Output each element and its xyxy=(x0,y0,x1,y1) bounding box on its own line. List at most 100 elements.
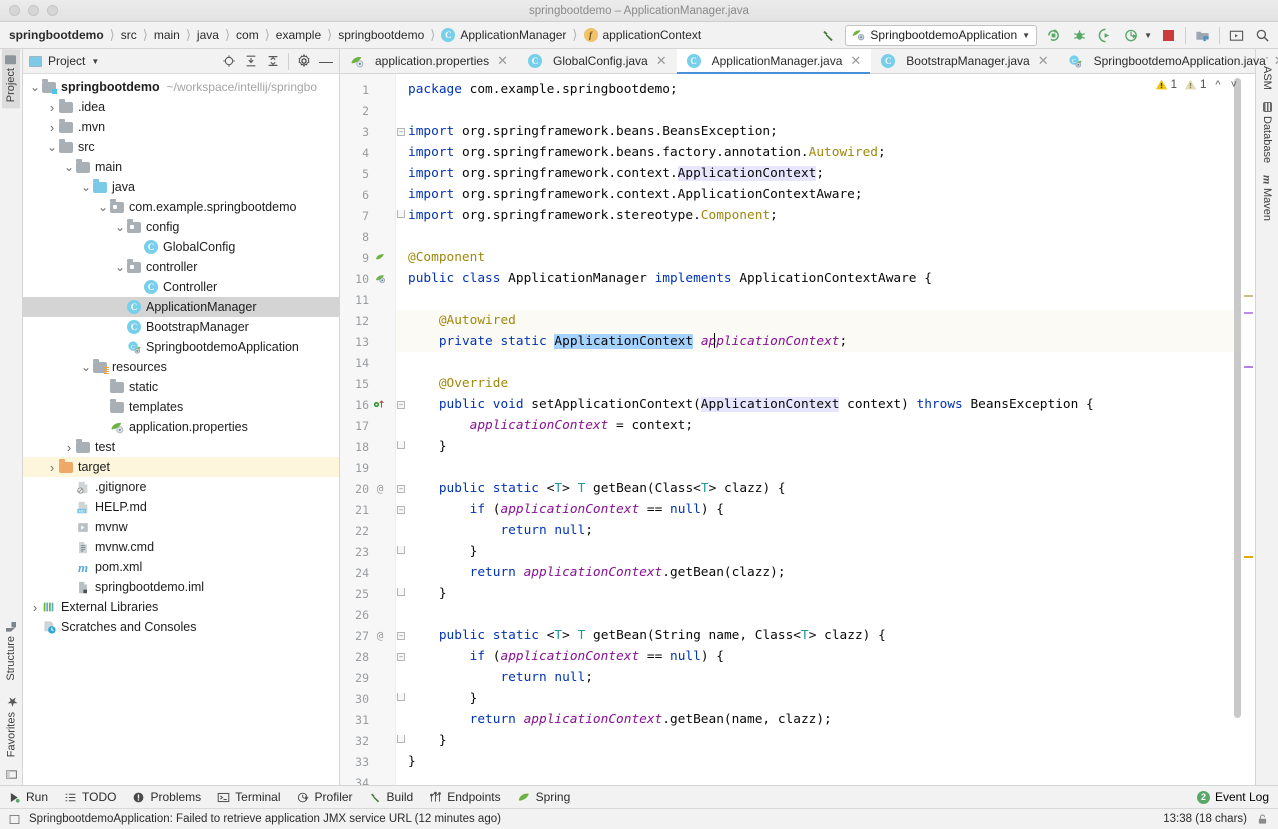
gutter-line[interactable]: 24 xyxy=(340,562,395,583)
chevron-right-icon[interactable]: › xyxy=(46,100,58,115)
spring-bean-impl-gutter-icon[interactable] xyxy=(369,273,391,284)
tree-node-help-md[interactable]: MD HELP.md xyxy=(23,497,339,517)
tree-node-controller[interactable]: ⌄ controller xyxy=(23,257,339,277)
code-line[interactable]: if (applicationContext == null) { xyxy=(396,646,1242,667)
breadcrumb-item-field[interactable]: f applicationContext xyxy=(582,28,704,42)
code-line[interactable]: } xyxy=(396,583,1242,604)
stripe-mark[interactable] xyxy=(1244,295,1253,297)
code-line[interactable]: } xyxy=(396,730,1242,751)
bottom-tab-todo[interactable]: TODO xyxy=(64,790,116,804)
event-log-button[interactable]: 2 Event Log xyxy=(1196,790,1278,804)
tree-node-springbootdemo[interactable]: ⌄ springbootdemo ~/workspace/intellij/spri… xyxy=(23,77,339,97)
inspection-widget[interactable]: 1 1 ^ ˅ xyxy=(1155,78,1237,91)
tree-node-main[interactable]: ⌄ main xyxy=(23,157,339,177)
collapse-all-icon[interactable] xyxy=(266,54,280,68)
sidebar-item-maven[interactable]: m Maven xyxy=(1257,169,1278,227)
code-line[interactable]: return null; xyxy=(396,667,1242,688)
tree-node-mvnw[interactable]: mvnw xyxy=(23,517,339,537)
override-impl-gutter-icon[interactable] xyxy=(369,399,391,410)
lock-icon[interactable] xyxy=(1256,813,1269,826)
gutter-line[interactable]: 1 xyxy=(340,79,395,100)
code-line[interactable]: public class ApplicationManager implemen… xyxy=(396,268,1242,289)
caret-position[interactable]: 13:38 (18 chars) xyxy=(1163,813,1247,825)
close-icon[interactable]: ✕ xyxy=(656,53,667,69)
project-tree[interactable]: ⌄ springbootdemo ~/workspace/intellij/spri… xyxy=(23,74,339,785)
toggle-tool-windows-button[interactable] xyxy=(5,763,18,785)
hide-panel-icon[interactable]: — xyxy=(319,54,333,68)
stripe-mark[interactable] xyxy=(1244,312,1253,314)
tree-node-test[interactable]: › test xyxy=(23,437,339,457)
code-line[interactable]: } xyxy=(396,541,1242,562)
tree-node-bootstrapmanager[interactable]: C BootstrapManager xyxy=(23,317,339,337)
gutter-line[interactable]: 28− xyxy=(340,646,405,667)
chevron-down-icon[interactable]: ⌄ xyxy=(80,181,92,193)
editor-tab-springbootdemoapplication-java[interactable]: C SpringbootdemoApplication.java ✕ xyxy=(1059,49,1278,73)
breadcrumb-item-main[interactable]: main xyxy=(152,28,182,42)
chevron-right-icon[interactable]: › xyxy=(46,460,58,475)
tree-node-static[interactable]: static xyxy=(23,377,339,397)
bottom-tab-terminal[interactable]: Terminal xyxy=(217,790,281,804)
gutter-line[interactable]: 3− xyxy=(340,121,405,142)
chevron-right-icon[interactable]: › xyxy=(63,440,75,455)
code-line[interactable]: public static <T> T getBean(String name,… xyxy=(396,625,1242,646)
tree-node-scratches-and-consoles[interactable]: Scratches and Consoles xyxy=(23,617,339,637)
chevron-down-icon[interactable]: ▼ xyxy=(91,57,99,66)
bottom-tab-problems[interactable]: Problems xyxy=(132,790,201,804)
debug-icon[interactable] xyxy=(1070,26,1089,45)
run-with-coverage-icon[interactable] xyxy=(1096,26,1115,45)
gutter-line[interactable]: 20 @ − xyxy=(340,478,405,499)
tree-node-mvnw-cmd[interactable]: mvnw.cmd xyxy=(23,537,339,557)
tree-node-controller[interactable]: C Controller xyxy=(23,277,339,297)
close-icon[interactable]: ✕ xyxy=(1038,53,1049,69)
tree-node-springbootdemoapplication[interactable]: C SpringbootdemoApplication xyxy=(23,337,339,357)
tree-node-application-properties[interactable]: application.properties xyxy=(23,417,339,437)
editor-scrollbar[interactable] xyxy=(1234,78,1241,718)
gutter-line[interactable]: 4 xyxy=(340,142,395,163)
gutter-line[interactable]: 19 xyxy=(340,457,395,478)
code-line[interactable]: public void setApplicationContext(Applic… xyxy=(396,394,1242,415)
code-line[interactable]: } xyxy=(396,688,1242,709)
gutter-line[interactable]: 16− xyxy=(340,394,405,415)
code-line[interactable]: import org.springframework.beans.BeansEx… xyxy=(396,121,1242,142)
build-hammer-icon[interactable] xyxy=(819,26,838,45)
code-line[interactable]: import org.springframework.beans.factory… xyxy=(396,142,1242,163)
code-line[interactable]: return applicationContext.getBean(name, … xyxy=(396,709,1242,730)
profile-icon[interactable] xyxy=(1122,26,1141,45)
chevron-down-icon[interactable]: ⌄ xyxy=(97,201,109,213)
gutter-line[interactable]: 33 xyxy=(340,751,395,772)
breadcrumb-item-com[interactable]: com xyxy=(234,28,261,42)
code-editor[interactable]: 1 2 3−4 5 6 7 8 9 10 11 12 13 14 15 16−17 18 19 20 @ −21−22… xyxy=(340,74,1255,785)
code-line[interactable]: applicationContext = context; xyxy=(396,415,1242,436)
chevron-down-icon[interactable]: ⌄ xyxy=(46,141,58,153)
tree-node-springbootdemo-iml[interactable]: springbootdemo.iml xyxy=(23,577,339,597)
gutter-line[interactable]: 25 xyxy=(340,583,405,604)
gutter-line[interactable]: 29 xyxy=(340,667,395,688)
stripe-mark[interactable] xyxy=(1244,556,1253,558)
stop-icon[interactable] xyxy=(1159,26,1178,45)
gutter-line[interactable]: 18 xyxy=(340,436,405,457)
bottom-tab-spring[interactable]: Spring xyxy=(517,790,570,804)
code-line[interactable]: import org.springframework.stereotype.Co… xyxy=(396,205,1242,226)
bottom-tab-profiler[interactable]: Profiler xyxy=(297,790,353,804)
code-line[interactable]: return applicationContext.getBean(clazz)… xyxy=(396,562,1242,583)
editor-tab-applicationmanager-java[interactable]: C ApplicationManager.java ✕ xyxy=(676,49,872,74)
bottom-tab-run[interactable]: Run xyxy=(8,790,48,804)
@-gutter-icon[interactable]: @ xyxy=(369,482,391,495)
tree-node-templates[interactable]: templates xyxy=(23,397,339,417)
code-line[interactable]: import org.springframework.context.Appli… xyxy=(396,184,1242,205)
editor-tab-bootstrapmanager-java[interactable]: C BootstrapManager.java ✕ xyxy=(871,49,1058,73)
rerun-icon[interactable] xyxy=(1044,26,1063,45)
tree-node-config[interactable]: ⌄ config xyxy=(23,217,339,237)
tree-node--mvn[interactable]: › .mvn xyxy=(23,117,339,137)
tree-node-pom-xml[interactable]: m pom.xml xyxy=(23,557,339,577)
gutter-line[interactable]: 27 @ − xyxy=(340,625,405,646)
chevron-down-icon[interactable]: ⌄ xyxy=(114,221,126,233)
gutter-line[interactable]: 5 xyxy=(340,163,395,184)
code-line[interactable]: @Autowired xyxy=(396,310,1242,331)
status-icon[interactable] xyxy=(8,813,21,826)
tree-node-external-libraries[interactable]: › External Libraries xyxy=(23,597,339,617)
code-line[interactable] xyxy=(396,604,1242,625)
tree-node--gitignore[interactable]: .gitignore xyxy=(23,477,339,497)
tree-node-java[interactable]: ⌄ java xyxy=(23,177,339,197)
close-icon[interactable]: ✕ xyxy=(1274,53,1278,69)
